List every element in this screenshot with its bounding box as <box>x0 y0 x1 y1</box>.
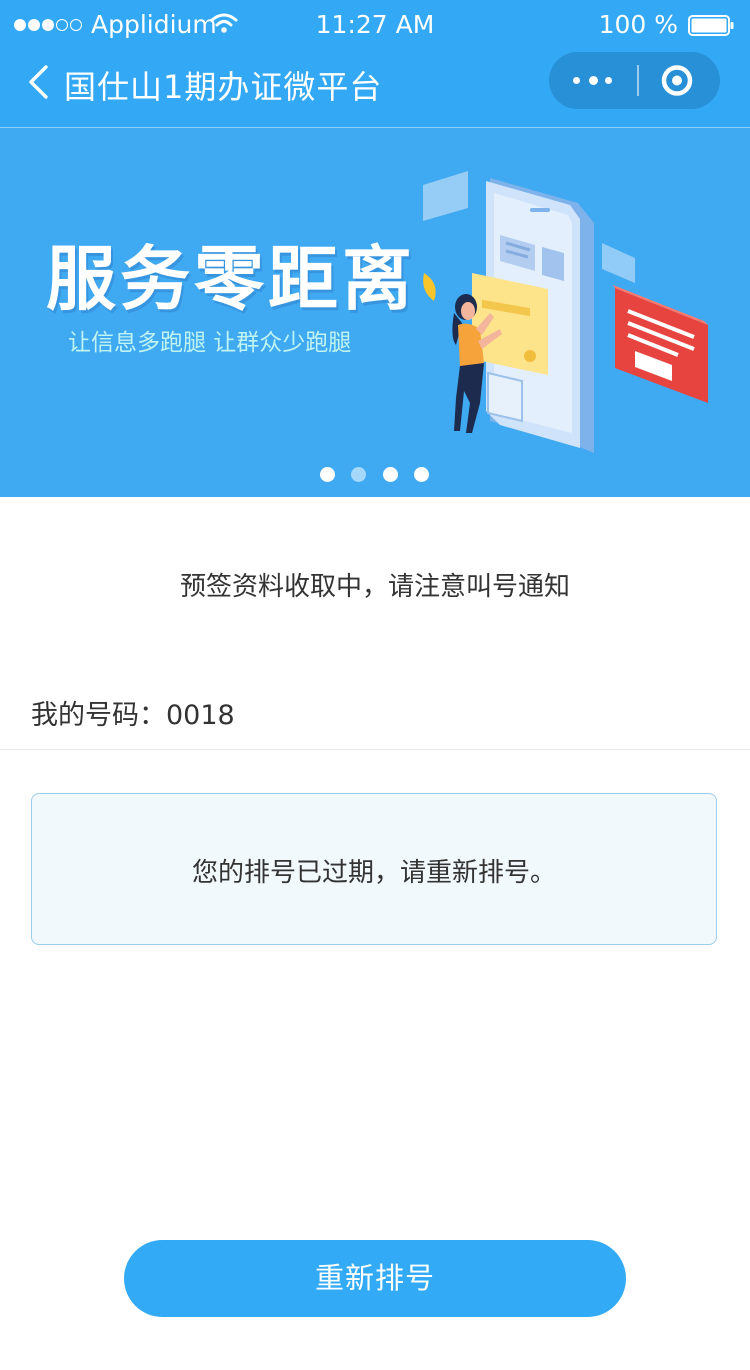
carousel-dot[interactable] <box>383 467 398 482</box>
carousel-dot[interactable] <box>320 467 335 482</box>
banner-slogan: 服务零距离 <box>46 238 416 320</box>
my-number-label: 我的号码： <box>31 700 166 731</box>
battery-icon <box>688 15 734 36</box>
battery-percentage: 100 % <box>598 10 678 39</box>
queue-status-message: 预签资料收取中，请注意叫号通知 <box>179 572 570 602</box>
my-number-row: 我的号码：0018 <box>0 668 750 750</box>
expired-notice-box: 您的排号已过期，请重新排号。 <box>31 793 717 945</box>
expired-notice-text: 您的排号已过期，请重新排号。 <box>191 858 556 888</box>
mini-program-capsule <box>549 52 720 109</box>
back-icon[interactable] <box>22 62 56 102</box>
carousel-dot-active[interactable] <box>351 467 366 482</box>
phone-service-illustration <box>423 171 708 453</box>
carousel-dot[interactable] <box>414 467 429 482</box>
requeue-button[interactable]: 重新排号 <box>124 1240 626 1317</box>
close-mini-program-icon[interactable] <box>639 52 720 109</box>
header: Applidium 11:27 AM 100 % 国仕山1期办证微平台 <box>0 0 750 128</box>
banner-tagline: 让信息多跑腿 让群众少跑腿 <box>68 330 352 356</box>
banner-carousel[interactable]: 服务零距离 让信息多跑腿 让群众少跑腿 <box>0 128 750 497</box>
page-title: 国仕山1期办证微平台 <box>64 68 383 106</box>
carousel-indicators <box>0 467 750 483</box>
more-button[interactable] <box>549 52 635 109</box>
my-number: 我的号码：0018 <box>31 693 235 732</box>
nav-bar: 国仕山1期办证微平台 <box>0 52 750 128</box>
my-number-value: 0018 <box>166 700 235 731</box>
status-bar: Applidium 11:27 AM 100 % <box>0 0 750 52</box>
